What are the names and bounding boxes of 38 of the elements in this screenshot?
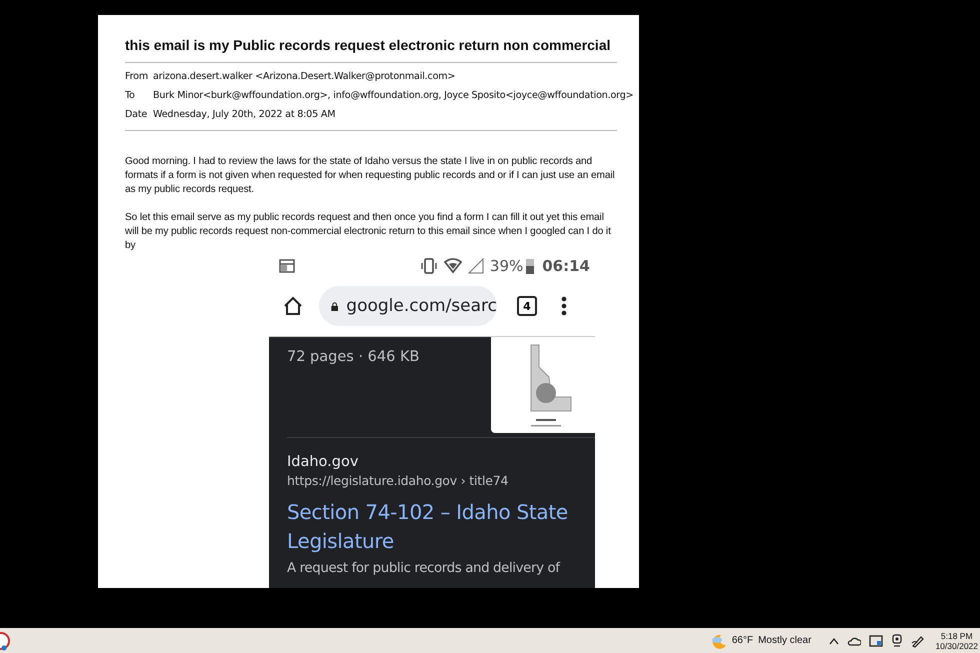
more-icon[interactable]	[561, 296, 567, 316]
header-value: Wednesday, July 20th, 2022 at 8:05 AM	[153, 109, 336, 120]
wifi-icon	[444, 258, 462, 274]
result-snippet: A request for public records and delivery of	[287, 560, 560, 577]
weather-condition: Mostly clear	[758, 635, 812, 646]
status-time: 06:14	[542, 257, 590, 275]
email-paragraph: So let this email serve as my public records request and then once you find a form I can fill it out yet this email will be my public records request non-commercial electronic return to this email since when I googled can I do it by	[125, 211, 612, 253]
email-subject: this email is my Public records request electronic return non commercial	[125, 37, 610, 54]
clock-time: 5:18 PM	[940, 630, 973, 640]
home-icon[interactable]	[283, 296, 303, 316]
result-title-link[interactable]: Section 74-102 – Idaho State Legislature	[287, 498, 577, 556]
monitor-icon[interactable]	[869, 634, 884, 646]
pen-icon[interactable]	[911, 634, 926, 648]
site-name: Idaho.gov	[287, 454, 360, 470]
temperature: 66°F	[732, 635, 754, 646]
url-text: google.com/searc	[346, 296, 497, 316]
vibrate-icon	[420, 257, 438, 275]
moon-cloud-icon	[710, 632, 727, 648]
header-label: From	[125, 71, 149, 82]
email-paragraph: Good morning. I had to review the laws for the state of Idaho versus the state I live in on public records and formats if a form is not given when requested for when requesting public records and or if I can just use an email as my public records request.	[125, 155, 616, 197]
webcam-icon[interactable]	[891, 634, 904, 647]
cloud-icon[interactable]	[847, 636, 862, 646]
clock-date: 10/30/2022	[935, 640, 978, 650]
tab-count-button[interactable]: 4	[517, 296, 537, 316]
file-info: 72 pages · 646 KB	[287, 349, 420, 365]
result-url: https://legislature.idaho.gov › title74	[287, 473, 510, 488]
weather-widget[interactable]: 66°F Mostly clear	[710, 632, 812, 648]
clock[interactable]: 5:18 PM 10/30/2022	[935, 630, 978, 650]
address-bar[interactable]: google.com/searc	[319, 286, 497, 326]
header-value: arizona.desert.walker <Arizona.Desert.Walker@protonmail.com>	[153, 71, 456, 82]
signal-icon	[468, 258, 484, 274]
chevron-up-icon[interactable]	[829, 636, 840, 644]
header-label: Date	[125, 109, 148, 120]
window-icon	[279, 259, 295, 273]
header-label: To	[125, 90, 136, 101]
battery-icon	[526, 258, 534, 274]
header-value: Burk Minor<burk@wffoundation.org>, info@wffoundation.org, Joyce Sposito<joyce@wffoundation.org>	[153, 90, 634, 101]
battery-percent: 39%	[490, 257, 524, 275]
